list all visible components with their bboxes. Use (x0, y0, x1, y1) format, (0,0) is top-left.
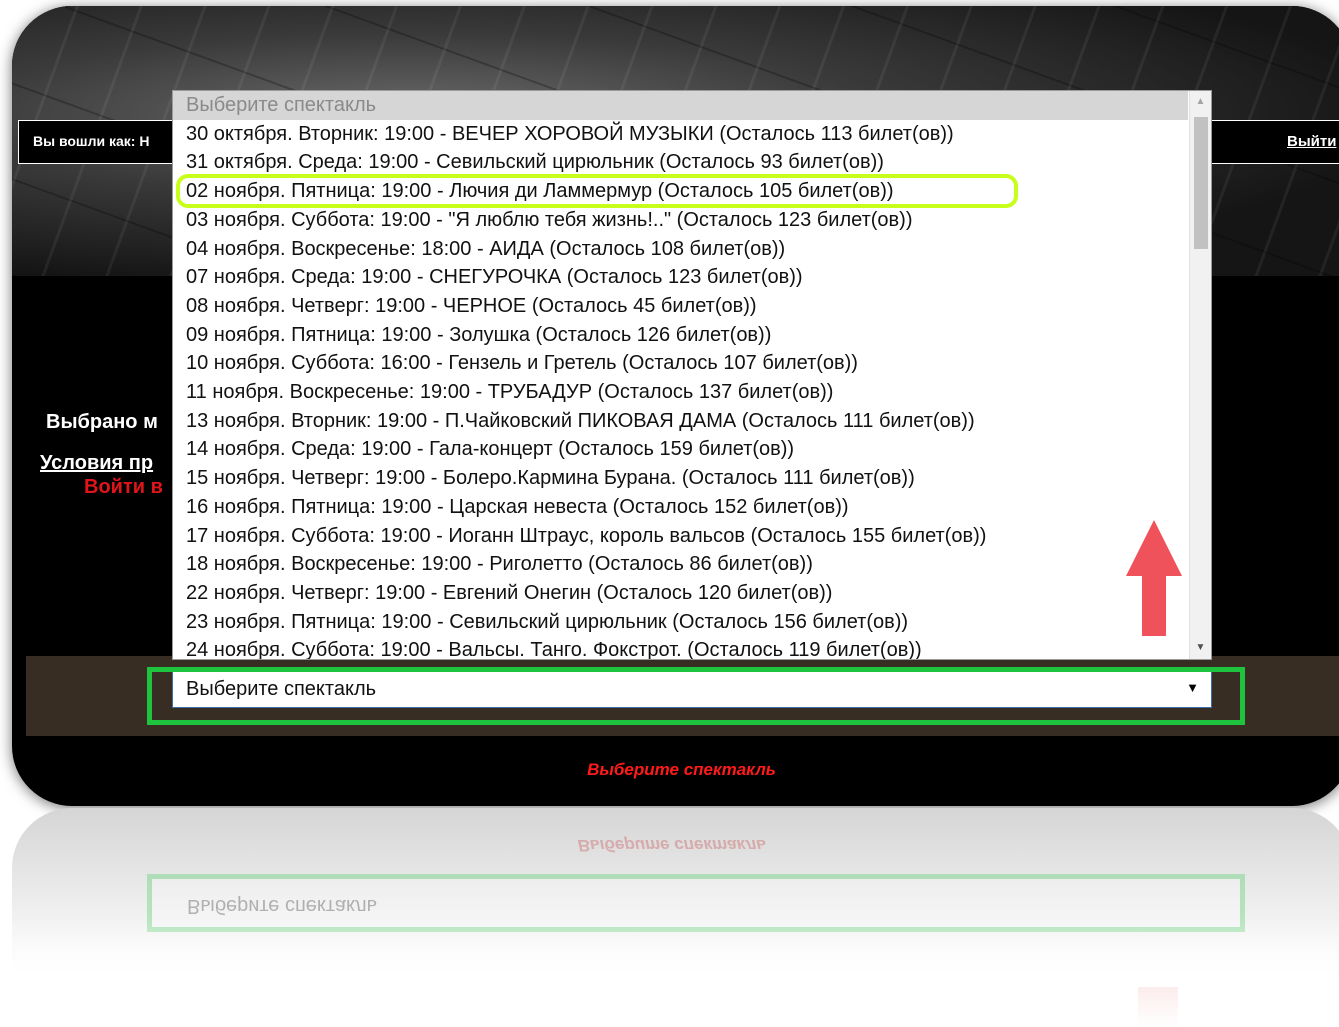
reflection-prompt: Выберите спектакль (577, 836, 767, 855)
option-item[interactable]: 15 ноября. Четверг: 19:00 - Болеро.Карми… (186, 464, 915, 492)
dropdown-scrollbar[interactable]: ▲ ▼ (1189, 91, 1211, 659)
option-item[interactable]: 23 ноября. Пятница: 19:00 - Севильский ц… (186, 608, 908, 636)
option-item[interactable]: 10 ноября. Суббота: 16:00 - Гензель и Гр… (186, 349, 858, 377)
scroll-up-arrow-icon[interactable]: ▲ (1190, 91, 1211, 113)
reflection-select-text: Выберите спектакль (187, 895, 378, 917)
option-item[interactable]: 16 ноября. Пятница: 19:00 - Царская неве… (186, 493, 849, 521)
option-item[interactable]: 22 ноября. Четверг: 19:00 - Евгений Онег… (186, 579, 832, 607)
option-placeholder[interactable]: Выберите спектакль (186, 91, 376, 119)
option-item[interactable]: 11 ноября. Воскресенье: 19:00 - ТРУБАДУР… (186, 378, 833, 406)
highlighted-option-frame (176, 174, 1018, 208)
up-arrow-icon (1126, 520, 1182, 636)
option-item[interactable]: 04 ноября. Воскресенье: 18:00 - АИДА (Ос… (186, 235, 785, 263)
reflection: Выберите спектакль Выберите спектакль (12, 808, 1339, 1027)
selected-info-text: Выбрано м (46, 411, 158, 433)
option-item[interactable]: 09 ноября. Пятница: 19:00 - Золушка (Ост… (186, 321, 771, 349)
option-item[interactable]: 31 октября. Среда: 19:00 - Севильский ци… (186, 148, 884, 176)
option-item[interactable]: 17 ноября. Суббота: 19:00 - Иоганн Штрау… (186, 522, 986, 550)
logged-in-as-label: Вы вошли как: Н (33, 133, 150, 149)
reflection-fade (12, 917, 1339, 1027)
select-highlight-frame (147, 667, 1245, 725)
option-item[interactable]: 14 ноября. Среда: 19:00 - Гала-концерт (… (186, 435, 794, 463)
scrollbar-thumb[interactable] (1194, 117, 1208, 249)
login-prompt-text[interactable]: Войти в (84, 476, 163, 499)
option-item[interactable]: 18 ноября. Воскресенье: 19:00 - Риголетт… (186, 550, 813, 578)
choose-performance-prompt: Выберите спектакль (587, 760, 776, 779)
option-item[interactable]: 03 ноября. Суббота: 19:00 - "Я люблю теб… (186, 206, 913, 234)
option-item[interactable]: 13 ноября. Вторник: 19:00 - П.Чайковский… (186, 407, 975, 435)
logout-link[interactable]: Выйти (1287, 133, 1336, 150)
scroll-down-arrow-icon[interactable]: ▼ (1190, 637, 1211, 659)
option-item[interactable]: 07 ноября. Среда: 19:00 - СНЕГУРОЧКА (Ос… (186, 263, 803, 291)
terms-link[interactable]: Условия пр (40, 452, 153, 475)
option-item[interactable]: 30 октября. Вторник: 19:00 - ВЕЧЕР ХОРОВ… (186, 120, 954, 148)
option-item[interactable]: 24 ноября. Суббота: 19:00 - Вальсы. Танг… (186, 636, 922, 659)
option-item[interactable]: 08 ноября. Четверг: 19:00 - ЧЕРНОЕ (Оста… (186, 292, 757, 320)
